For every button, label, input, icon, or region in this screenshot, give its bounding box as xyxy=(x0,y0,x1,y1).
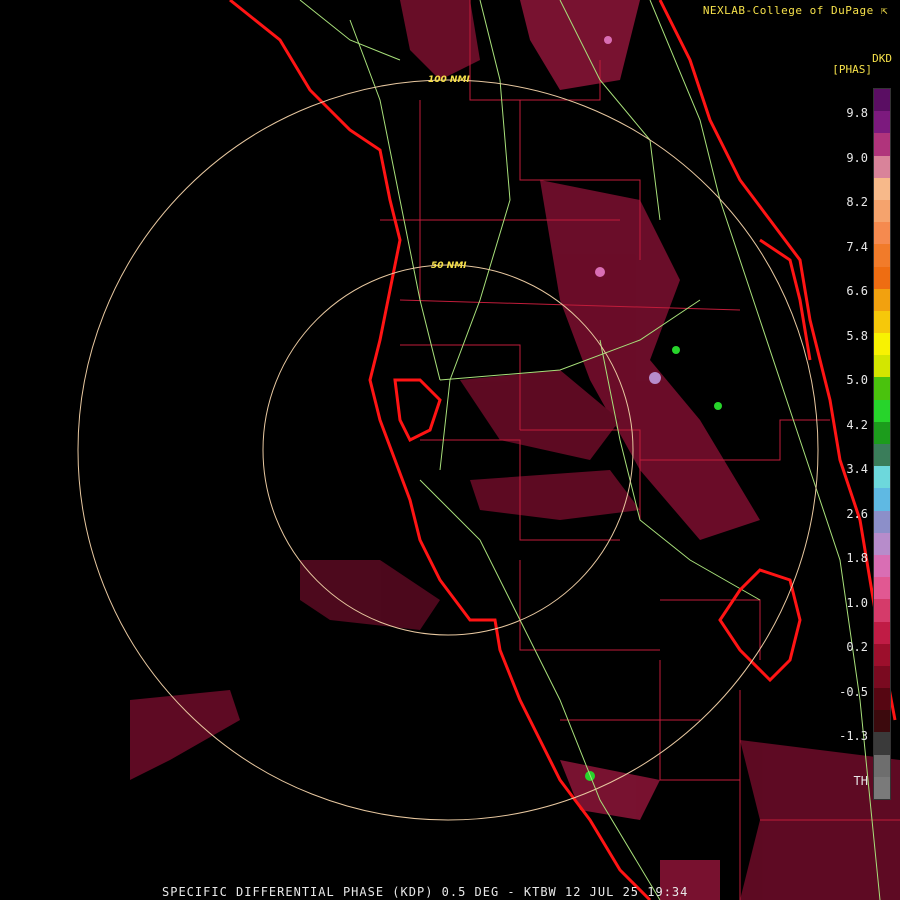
scale-swatch xyxy=(874,89,890,112)
scale-swatch xyxy=(874,554,890,578)
echo-southwest xyxy=(130,690,240,780)
credit-text: NEXLAB-College of DuPage ⇱ xyxy=(702,4,888,17)
radar-map: 100 NMI 50 NMI xyxy=(77,0,900,900)
scale-swatch xyxy=(874,133,890,156)
echo-band xyxy=(470,470,640,520)
scale-swatch xyxy=(874,732,890,755)
scale-tick-label: 7.4 xyxy=(846,239,868,254)
echo-north-east xyxy=(520,0,640,90)
scale-swatch xyxy=(874,577,890,600)
scale-swatch xyxy=(874,111,890,134)
scale-swatch xyxy=(874,510,890,533)
scale-swatch xyxy=(874,599,890,622)
scale-tick-label: 6.6 xyxy=(846,284,868,298)
scale-swatch xyxy=(874,266,890,289)
ring-label-50: 50 NMI xyxy=(431,261,467,271)
scale-tick-label: 8.2 xyxy=(846,195,868,209)
units-name: [PHAS] xyxy=(832,63,872,76)
radar-display: 100 NMI 50 NMI NEXLAB-College of DuPage … xyxy=(0,0,900,900)
echo-south xyxy=(560,760,660,820)
scale-swatch xyxy=(874,155,890,178)
scale-swatch xyxy=(874,776,890,799)
scale-tick-label: 9.8 xyxy=(846,106,868,120)
scale-swatch xyxy=(874,532,890,555)
scale-swatch xyxy=(874,488,890,511)
scale-tick-label: -0.5 xyxy=(839,684,868,699)
scale-tick-label: 2.6 xyxy=(846,506,868,521)
product-footer: SPECIFIC DIFFERENTIAL PHASE (KDP) 0.5 DE… xyxy=(162,885,689,899)
color-scale-bar xyxy=(873,88,891,800)
ring-labels: 100 NMI 50 NMI xyxy=(428,75,470,271)
scale-swatch xyxy=(874,444,890,467)
scale-swatch xyxy=(874,288,890,311)
scale-tick-label: 0.2 xyxy=(846,640,868,654)
scale-swatch xyxy=(874,710,890,733)
scale-tick-label: 9.0 xyxy=(846,150,868,165)
scale-tick-label: TH xyxy=(853,773,868,788)
scale-tick-label: 5.8 xyxy=(846,328,868,343)
scale-swatch xyxy=(874,621,890,644)
echo-north xyxy=(400,0,480,80)
scale-swatch xyxy=(874,688,890,711)
ring-label-100: 100 NMI xyxy=(428,75,470,85)
scale-swatch xyxy=(874,222,890,245)
scale-swatch xyxy=(874,355,890,378)
scale-swatch xyxy=(874,333,890,356)
scale-swatch xyxy=(874,754,890,777)
scale-swatch xyxy=(874,377,890,400)
radar-echoes xyxy=(130,0,900,900)
scale-swatch xyxy=(874,177,890,200)
scale-tick-label: -1.3 xyxy=(839,729,868,743)
scale-tick-label: 1.8 xyxy=(846,551,868,565)
scale-swatch xyxy=(874,399,890,422)
scale-tick-label: 4.2 xyxy=(846,417,868,432)
echo-gulf xyxy=(300,560,440,630)
scale-swatch xyxy=(874,466,890,489)
scale-swatch xyxy=(874,421,890,444)
units-code: DKD xyxy=(872,52,892,65)
scale-swatch xyxy=(874,199,890,223)
scale-swatch xyxy=(874,665,890,689)
scale-swatch xyxy=(874,244,890,267)
scale-swatch xyxy=(874,310,890,334)
scale-tick-label: 5.0 xyxy=(846,373,868,387)
scale-tick-label: 1.0 xyxy=(846,595,868,610)
scale-tick-label: 3.4 xyxy=(846,462,868,476)
scale-swatch xyxy=(874,643,890,666)
